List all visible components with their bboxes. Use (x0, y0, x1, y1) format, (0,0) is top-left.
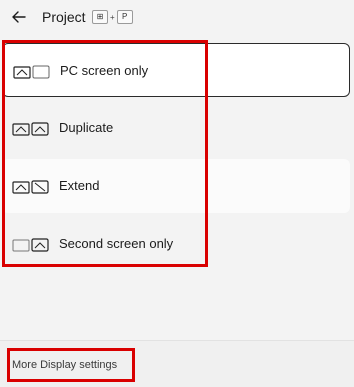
p-key: P (116, 10, 133, 24)
more-display-settings-link[interactable]: More Display settings (12, 358, 117, 372)
option-label: Second screen only (59, 236, 174, 251)
option-second-screen-only[interactable]: Second screen only (2, 217, 350, 271)
page-title: Project (42, 9, 86, 25)
shortcut-plus: + (110, 12, 115, 22)
back-arrow-icon (12, 11, 26, 23)
option-label: Duplicate (59, 120, 114, 135)
project-panel-header: Project ⊞ + P (0, 0, 354, 36)
pc-screen-only-icon (13, 65, 50, 79)
windows-key-icon: ⊞ (92, 10, 108, 24)
second-screen-only-icon (12, 238, 49, 252)
option-pc-screen-only[interactable]: PC screen only (2, 43, 350, 97)
option-duplicate[interactable]: Duplicate (2, 101, 350, 155)
option-extend[interactable]: Extend (2, 159, 350, 213)
option-label: Extend (59, 178, 100, 193)
keyboard-shortcut: ⊞ + P (92, 10, 133, 24)
duplicate-icon (12, 122, 49, 136)
extend-icon (12, 180, 49, 194)
option-label: PC screen only (60, 63, 149, 78)
back-button[interactable] (10, 8, 28, 26)
